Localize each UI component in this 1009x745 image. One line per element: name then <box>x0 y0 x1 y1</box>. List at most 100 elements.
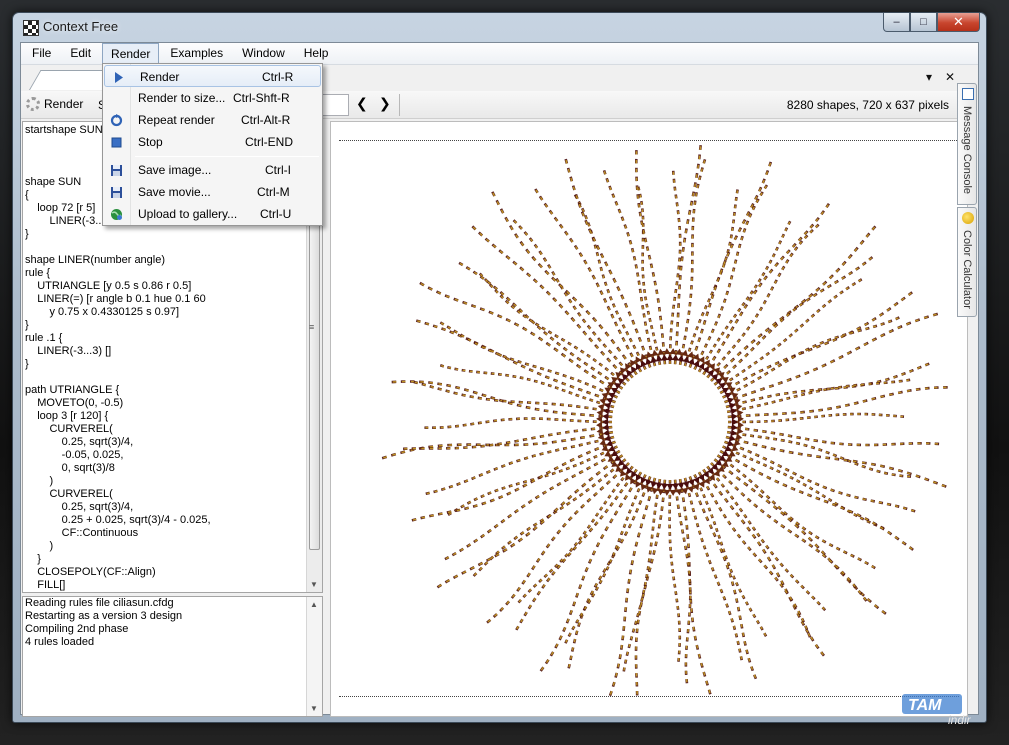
menu-upload-gallery-item[interactable]: Upload to gallery... Ctrl-U <box>103 203 322 225</box>
console-window-icon <box>962 88 974 100</box>
cilia-strand <box>515 465 634 606</box>
console-scrollbar[interactable]: ▲ ▼ <box>306 597 322 716</box>
cilia-strand <box>724 440 920 514</box>
ring-triangle <box>703 359 710 367</box>
cilia-strand <box>724 441 920 514</box>
cilia-strand <box>566 476 652 673</box>
watermark-subtext: indir <box>948 713 972 727</box>
cilia-strand <box>636 183 661 365</box>
cilia-strand <box>702 199 832 375</box>
cilia-strand <box>572 190 647 370</box>
cilia-strand <box>727 378 914 413</box>
console-line: 4 rules loaded <box>25 636 95 648</box>
spinner-icon <box>26 97 40 111</box>
cilia-strand <box>483 462 630 626</box>
title-bar[interactable]: Context Free ‒ □ ✕ <box>13 13 986 41</box>
menu-item-label: Repeat render <box>138 113 215 127</box>
close-button[interactable]: ✕ <box>937 13 980 32</box>
code-line: CURVEREL( <box>25 488 113 500</box>
menu-item-label: Save movie... <box>138 185 211 199</box>
cilia-strand <box>717 276 866 390</box>
cilia-strand <box>693 180 771 370</box>
code-line: rule { <box>25 267 51 279</box>
menu-examples[interactable]: Examples <box>162 43 231 65</box>
frame-input[interactable] <box>319 94 349 116</box>
menu-item-shortcut: Ctrl-R <box>262 70 294 84</box>
cilia-strand <box>694 474 769 640</box>
cilia-strand <box>693 474 769 640</box>
tab-close-icon[interactable]: ✕ <box>945 70 955 84</box>
code-line: path UTRIANGLE { <box>25 384 120 396</box>
cilia-strand <box>566 476 652 673</box>
cilia-strand <box>710 462 870 605</box>
menu-window[interactable]: Window <box>234 43 293 65</box>
menu-save-image-item[interactable]: Save image... Ctrl-I <box>103 159 322 181</box>
code-line: LINER(-3...3) [] <box>25 345 112 357</box>
cilia-strand <box>716 276 866 390</box>
menu-edit[interactable]: Edit <box>62 43 99 65</box>
menu-render[interactable]: Render <box>102 43 160 65</box>
ring-triangle <box>666 354 674 360</box>
cilia-strand <box>601 166 657 367</box>
tab-list-dropdown-icon[interactable]: ▾ <box>926 70 932 84</box>
message-console-tab[interactable]: Message Console <box>957 83 977 205</box>
cilia-strand <box>407 441 616 523</box>
prev-arrow-icon[interactable]: ❮ <box>356 95 368 112</box>
maximize-button[interactable]: □ <box>910 13 937 32</box>
code-line: shape LINER(number angle) <box>25 254 166 266</box>
menu-stop-item[interactable]: Stop Ctrl-END <box>103 131 322 153</box>
render-canvas[interactable] <box>330 121 968 717</box>
code-line: 0.25 + 0.025, sqrt(3)/4 - 0.025, <box>25 514 211 526</box>
ring-triangle <box>661 483 668 490</box>
cilia-strand <box>513 468 638 635</box>
menu-item-label: Upload to gallery... <box>138 207 238 221</box>
cilia-strand <box>602 166 656 367</box>
cilia-strand <box>725 361 934 408</box>
console-line: Restarting as a version 3 design <box>25 610 183 622</box>
cilia-strand <box>513 469 638 634</box>
render-button[interactable]: Render <box>26 97 83 111</box>
next-arrow-icon[interactable]: ❯ <box>379 95 391 112</box>
cilia-strand <box>727 385 953 419</box>
ring-triangle <box>635 480 642 488</box>
render-button-label: Render <box>44 97 84 111</box>
color-calculator-tab[interactable]: Color Calculator <box>957 207 977 317</box>
menu-file[interactable]: File <box>24 43 59 65</box>
cilia-strand <box>716 454 880 572</box>
menu-save-movie-item[interactable]: Save movie... Ctrl-M <box>103 181 322 203</box>
sun-center <box>614 366 726 478</box>
menu-item-label: Save image... <box>138 163 212 177</box>
menu-repeat-render-item[interactable]: Repeat render Ctrl-Alt-R <box>103 109 322 131</box>
color-calculator-tab-label: Color Calculator <box>961 230 973 309</box>
menu-render-to-size-item[interactable]: Render to size... Ctrl-Shft-R <box>103 87 322 109</box>
cilia-strand <box>469 458 627 580</box>
menu-render-item[interactable]: Render Ctrl-R <box>104 65 321 87</box>
cilia-strand <box>432 454 624 591</box>
menu-help[interactable]: Help <box>296 43 337 65</box>
code-line: } <box>25 358 29 370</box>
code-line: CF::Continuous <box>25 527 139 539</box>
cilia-strand <box>719 288 917 395</box>
ring-triangle <box>731 424 738 431</box>
cilia-strand <box>386 380 613 419</box>
code-line: 0, sqrt(3)/8 <box>25 462 115 474</box>
cilia-strand <box>377 430 614 461</box>
ring-triangle <box>602 418 608 426</box>
scroll-down-icon[interactable]: ▼ <box>310 580 318 589</box>
cilia-strand <box>635 145 666 365</box>
canvas-top-border <box>339 140 959 141</box>
cilia-strand <box>635 182 662 366</box>
code-line: ) <box>25 540 54 552</box>
cilia-strand <box>483 462 630 627</box>
console-scroll-down-icon[interactable]: ▼ <box>310 704 318 713</box>
cilia-strand <box>470 458 627 580</box>
console-line: Compiling 2nd phase <box>25 623 129 635</box>
cilia-strand <box>673 479 692 688</box>
console-scroll-up-icon[interactable]: ▲ <box>310 600 318 609</box>
cilia-strand <box>710 462 871 606</box>
ring-triangle <box>666 484 674 490</box>
minimize-button[interactable]: ‒ <box>883 13 910 32</box>
console-line: Reading rules file ciliasun.cfdg <box>25 597 174 609</box>
cilia-strand <box>722 445 888 532</box>
code-line: CURVEREL( <box>25 423 113 435</box>
